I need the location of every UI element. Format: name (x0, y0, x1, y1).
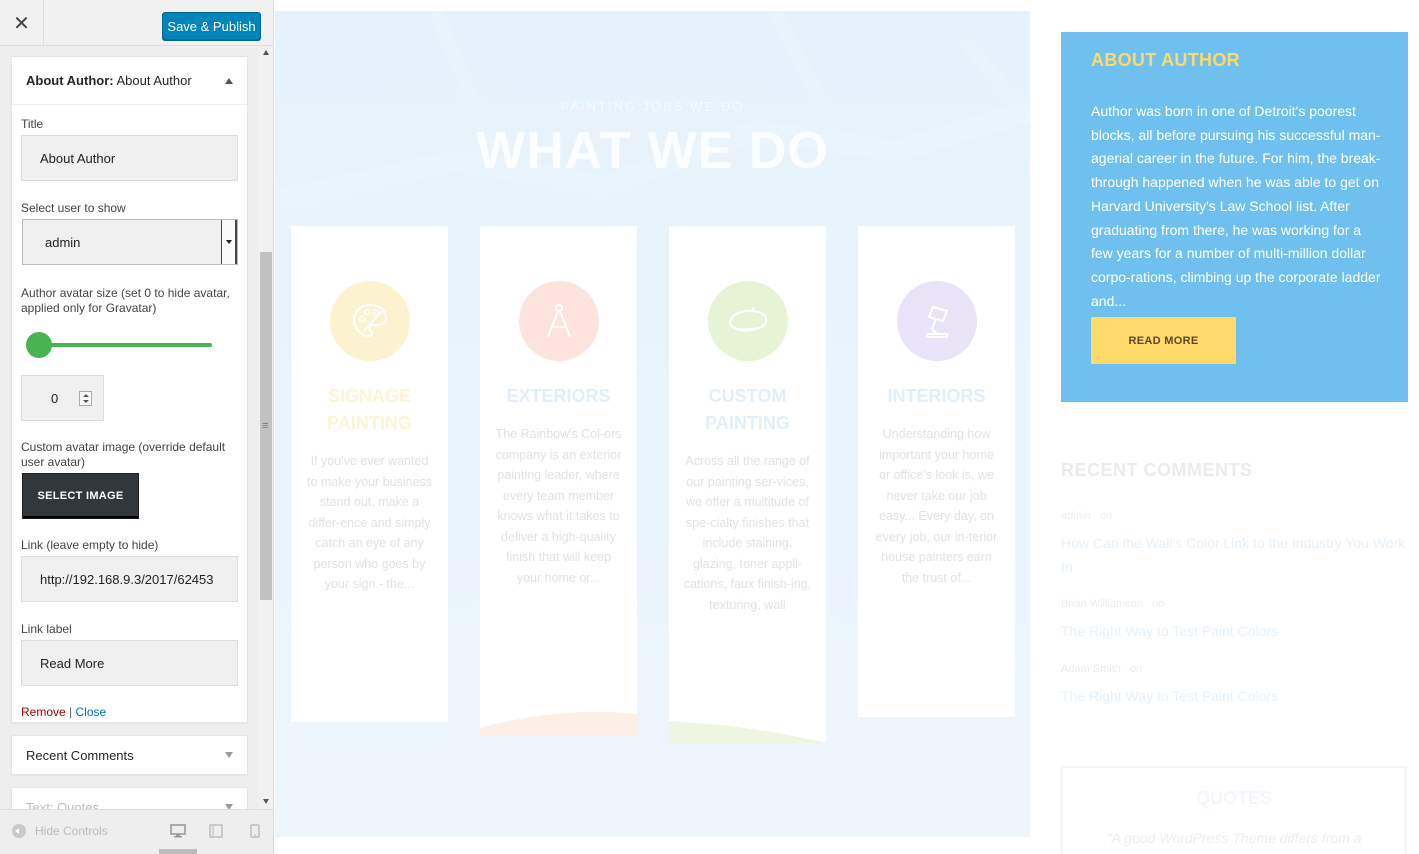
comment-on: on (1100, 510, 1113, 522)
widget-text-quotes-title: Text: Quotes (26, 799, 99, 810)
scroll-up-icon[interactable] (263, 50, 269, 55)
quotes-widget: QUOTES "A good WordPress Theme differs f… (1061, 766, 1407, 854)
comment-author[interactable]: admin (1061, 510, 1091, 522)
user-select-value: admin (45, 234, 81, 250)
recent-comments-title: RECENT COMMENTS (1061, 460, 1253, 480)
customizer-sidebar: ✕ Save & Publish About Author: About Aut… (0, 0, 274, 854)
comment-meta: Brian Williamson on (1061, 598, 1164, 610)
read-more-button[interactable]: READ MORE (1091, 317, 1236, 364)
quote-text: "A good WordPress Theme differs from a (1106, 830, 1362, 846)
link-label-input[interactable]: Read More (21, 640, 238, 686)
service-card-signage[interactable]: SIGNAGE PAINTING If you've ever wanted t… (291, 226, 448, 722)
title-label: Title (21, 117, 44, 131)
card-wave-decoration (480, 711, 637, 736)
beret-icon (728, 306, 768, 332)
about-author-title: ABOUT AUTHOR (1091, 50, 1240, 70)
service-card-exteriors[interactable]: EXTERIORS The Rainbow's Col-ors company … (480, 226, 637, 736)
actions-separator: | (69, 705, 73, 719)
compass-icon (547, 304, 571, 338)
widget-text-quotes[interactable]: Text: Quotes (11, 787, 248, 809)
service-title: SIGNAGE PAINTING (327, 386, 412, 433)
service-title: INTERIORS (887, 386, 986, 406)
service-text: Across all the range of our painting ser… (683, 454, 812, 612)
quotes-title: QUOTES (1195, 788, 1272, 808)
collapse-icon (12, 824, 26, 838)
customizer-footer: Hide Controls (0, 809, 273, 854)
widget-about-author-header[interactable]: About Author: About Author (12, 57, 247, 105)
comment-on: on (1151, 598, 1165, 610)
service-title: EXTERIORS (506, 386, 611, 406)
title-input[interactable]: About Author (21, 135, 238, 181)
link-label-label: Link label (21, 622, 72, 636)
service-text: Understanding how important your home or… (875, 427, 998, 585)
service-card-interiors[interactable]: INTERIORS Understanding how important yo… (858, 226, 1015, 717)
remove-link[interactable]: Remove (21, 705, 66, 719)
resize-grip-icon[interactable]: ≡ (262, 420, 268, 432)
select-arrow-icon[interactable] (221, 220, 237, 264)
collapse-arrow-icon[interactable] (225, 77, 233, 84)
site-preview: PAINTING JOBS WE DO WHAT WE DO SIGNAGE P… (274, 0, 1419, 854)
desktop-icon[interactable] (170, 824, 186, 838)
card-wave-decoration (669, 721, 826, 743)
custom-avatar-label: Custom avatar image (override default us… (21, 440, 226, 469)
palette-icon (352, 303, 388, 338)
widget-actions: Remove | Close (21, 705, 106, 719)
save-publish-button[interactable]: Save & Publish (162, 12, 261, 40)
section-kicker: PAINTING JOBS WE DO (560, 99, 745, 114)
mobile-icon[interactable] (250, 824, 260, 838)
service-card-custom[interactable]: CUSTOM PAINTING Across all the range of … (669, 226, 826, 743)
what-we-do-section: PAINTING JOBS WE DO WHAT WE DO SIGNAGE P… (275, 11, 1030, 837)
service-text: The Rainbow's Col-ors company is an exte… (495, 427, 622, 585)
service-title: CUSTOM PAINTING (705, 386, 790, 433)
widget-recent-comments[interactable]: Recent Comments (11, 735, 248, 775)
expand-arrow-icon[interactable] (225, 752, 233, 758)
link-label: Link (leave empty to hide) (21, 538, 159, 552)
link-input[interactable]: http://192.168.9.3/2017/62453 (21, 556, 238, 602)
comment-on: on (1129, 663, 1143, 675)
widget-recent-comments-header[interactable]: Recent Comments (12, 736, 247, 774)
avatar-size-slider[interactable] (30, 343, 212, 347)
avatar-size-slider-handle[interactable] (26, 332, 52, 358)
close-customizer-button[interactable]: ✕ (0, 0, 44, 46)
comment-post-link[interactable]: The Right Way to Test Paint Colors (1061, 685, 1406, 709)
hide-controls-button[interactable]: Hide Controls (12, 824, 108, 838)
scroll-down-icon[interactable] (263, 799, 269, 804)
widget-recent-comments-title: Recent Comments (26, 747, 134, 763)
widget-about-author: About Author: About Author Title About A… (11, 56, 248, 723)
avatar-size-label: Author avatar size (set 0 to hide avatar… (21, 286, 230, 315)
customizer-header: ✕ Save & Publish (0, 0, 273, 46)
hide-controls-label: Hide Controls (35, 824, 108, 838)
tablet-icon[interactable] (209, 824, 223, 838)
section-title: WHAT WE DO (476, 122, 829, 180)
number-spinner-icon[interactable] (79, 391, 92, 406)
user-select[interactable]: admin (22, 219, 238, 265)
widget-panel: About Author: About Author Title About A… (0, 47, 273, 809)
widget-title: About Author: About Author (26, 73, 192, 88)
close-link[interactable]: Close (76, 705, 107, 719)
lamp-icon (926, 305, 949, 338)
about-author-widget: ABOUT AUTHOR Author was born in one of D… (1061, 32, 1408, 402)
widget-text-quotes-header[interactable]: Text: Quotes (12, 788, 247, 809)
user-select-label: Select user to show (21, 201, 126, 215)
about-author-text: Author was born in one of Detroit's poor… (1091, 103, 1381, 309)
comment-author[interactable]: Adam Smith (1061, 663, 1121, 675)
comment-meta: Adam Smith on (1061, 663, 1142, 675)
select-image-button[interactable]: SELECT IMAGE (22, 473, 139, 519)
service-text: If you've ever wanted to make your busin… (306, 454, 433, 591)
comment-meta: admin on (1061, 510, 1112, 522)
comment-post-link[interactable]: How Can the Wall's Color Link to the Ind… (1061, 532, 1406, 579)
close-icon: ✕ (13, 12, 30, 35)
comment-post-link[interactable]: The Right Way to Test Paint Colors (1061, 620, 1406, 644)
comment-author[interactable]: Brian Williamson (1061, 598, 1143, 610)
active-device-indicator (159, 849, 197, 854)
